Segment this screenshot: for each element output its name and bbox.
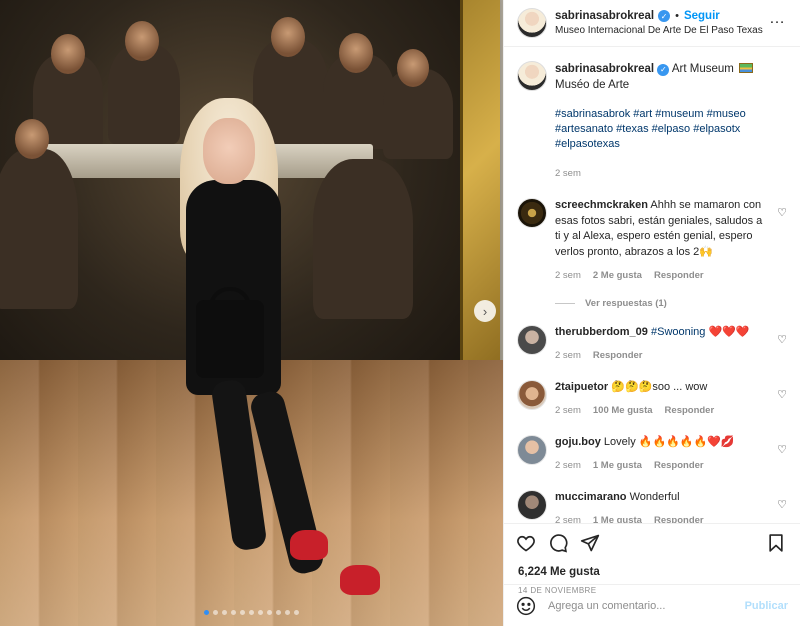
heart-icon[interactable]: ♡ (777, 206, 787, 219)
comment-likes[interactable]: 100 Me gusta (593, 403, 653, 419)
post-side-panel: sabrinasabrokreal ✓ • Seguir Museo Inter… (503, 0, 800, 626)
commenter-avatar[interactable] (517, 434, 547, 465)
carousel-dot[interactable] (294, 610, 299, 615)
verified-badge-icon: ✓ (657, 64, 670, 76)
action-bar (504, 523, 800, 563)
comment-item: therubberdom_09 #Swooning ❤️❤️❤️ 2 sem R… (517, 324, 787, 364)
post-comment-button[interactable]: Publicar (745, 600, 788, 612)
more-options-icon[interactable]: … (769, 10, 786, 28)
caption: sabrinasabrokreal ✓ Art Museum Muséo de … (517, 61, 787, 182)
caption-avatar[interactable] (517, 61, 547, 91)
comments-scroll-area[interactable]: sabrinasabrokreal ✓ Art Museum Muséo de … (504, 47, 800, 523)
comment-likes[interactable]: 1 Me gusta (593, 458, 642, 474)
replies-divider (555, 302, 575, 304)
comment-item: goju.boy Lovely 🔥🔥🔥🔥🔥❤️💋 2 sem 1 Me gust… (517, 434, 787, 474)
carousel-dot[interactable] (258, 610, 263, 615)
comment-icon[interactable] (548, 533, 570, 555)
heart-icon[interactable]: ♡ (777, 333, 787, 346)
post-location[interactable]: Museo Internacional De Arte De El Paso T… (555, 25, 790, 36)
carousel-dot[interactable] (285, 610, 290, 615)
carousel-dot[interactable] (213, 610, 218, 615)
commenter-avatar[interactable] (517, 489, 547, 520)
verified-badge-icon: ✓ (658, 10, 671, 22)
carousel-dot[interactable] (204, 610, 209, 615)
commenter-avatar[interactable] (517, 198, 547, 228)
comment-input[interactable] (548, 599, 745, 612)
heart-icon[interactable]: ♡ (777, 388, 787, 401)
reply-button[interactable]: Responder (593, 348, 643, 364)
comment-hashtag[interactable]: #Swooning (651, 326, 705, 338)
likes-count[interactable]: 6,224 Me gusta (504, 563, 800, 578)
comment-item: 2taipuetor 🤔🤔🤔soo ... wow 2 sem 100 Me g… (517, 379, 787, 419)
follow-button[interactable]: Seguir (684, 10, 720, 22)
carousel-dot[interactable] (240, 610, 245, 615)
heart-icon[interactable]: ♡ (777, 498, 787, 511)
view-replies-label[interactable]: Ver respuestas (1) (585, 298, 667, 309)
chevron-right-icon: › (482, 303, 488, 319)
caption-time[interactable]: 2 sem (555, 166, 787, 182)
comment-text: ❤️❤️❤️ (708, 325, 750, 338)
carousel-dot[interactable] (222, 610, 227, 615)
caption-username[interactable]: sabrinasabrokreal (555, 63, 654, 75)
comment-text: Lovely 🔥🔥🔥🔥🔥❤️💋 (603, 435, 735, 448)
commenter-avatar[interactable] (517, 379, 547, 410)
comment-item: screechmckraken Ahhh se mamaron con esas… (517, 198, 787, 284)
commenter-username[interactable]: goju.boy (555, 436, 601, 448)
carousel-dot[interactable] (231, 610, 236, 615)
emoji-icon[interactable] (516, 596, 536, 616)
comment-time[interactable]: 2 sem (555, 513, 581, 523)
commenter-username[interactable]: muccimarano (555, 491, 627, 503)
carousel-dot[interactable] (276, 610, 281, 615)
framed-picture-icon (739, 63, 754, 73)
comment-likes[interactable]: 1 Me gusta (593, 513, 642, 523)
reply-button[interactable]: Responder (665, 403, 715, 419)
carousel-dot[interactable] (249, 610, 254, 615)
comment-text: Wonderful (629, 490, 680, 503)
caption-hashtags[interactable]: #sabrinasabrok #art #museum #museo #arte… (555, 107, 787, 152)
comment-time[interactable]: 2 sem (555, 458, 581, 474)
carousel-dot[interactable] (267, 610, 272, 615)
person-face (203, 118, 255, 184)
handbag (196, 300, 264, 378)
comment-composer: Publicar (504, 584, 800, 626)
post-modal: › sabrinasabrokreal ✓ • Seguir Museo Int… (0, 0, 800, 626)
post-photo[interactable]: › (0, 0, 503, 626)
carousel-dots (0, 610, 503, 615)
author-username[interactable]: sabrinasabrokreal (555, 10, 654, 22)
reply-button[interactable]: Responder (654, 268, 704, 284)
comment-item: muccimarano Wonderful 2 sem 1 Me gusta R… (517, 489, 787, 523)
heart-icon[interactable]: ♡ (777, 443, 787, 456)
person-legs (210, 378, 380, 595)
bookmark-icon[interactable] (766, 533, 788, 555)
heart-icon[interactable] (516, 533, 538, 555)
commenter-username[interactable]: screechmckraken (555, 199, 648, 211)
next-slide-button[interactable]: › (474, 300, 496, 322)
comment-likes[interactable]: 2 Me gusta (593, 268, 642, 284)
comment-time[interactable]: 2 sem (555, 403, 581, 419)
commenter-username[interactable]: therubberdom_09 (555, 326, 648, 338)
caption-text: Art Museum (671, 63, 734, 75)
comment-text: 🤔🤔🤔soo ... wow (611, 380, 708, 393)
commenter-avatar[interactable] (517, 324, 547, 355)
post-header: sabrinasabrokreal ✓ • Seguir Museo Inter… (504, 0, 800, 47)
view-replies-button[interactable]: Ver respuestas (1) (555, 298, 787, 309)
comment-time[interactable]: 2 sem (555, 348, 581, 364)
share-icon[interactable] (580, 533, 602, 555)
author-avatar[interactable] (517, 8, 547, 38)
reply-button[interactable]: Responder (654, 458, 704, 474)
caption-text-after: Muséo de Arte (555, 79, 630, 91)
commenter-username[interactable]: 2taipuetor (555, 381, 608, 393)
reply-button[interactable]: Responder (654, 513, 704, 523)
separator-dot: • (675, 10, 679, 22)
comment-time[interactable]: 2 sem (555, 268, 581, 284)
